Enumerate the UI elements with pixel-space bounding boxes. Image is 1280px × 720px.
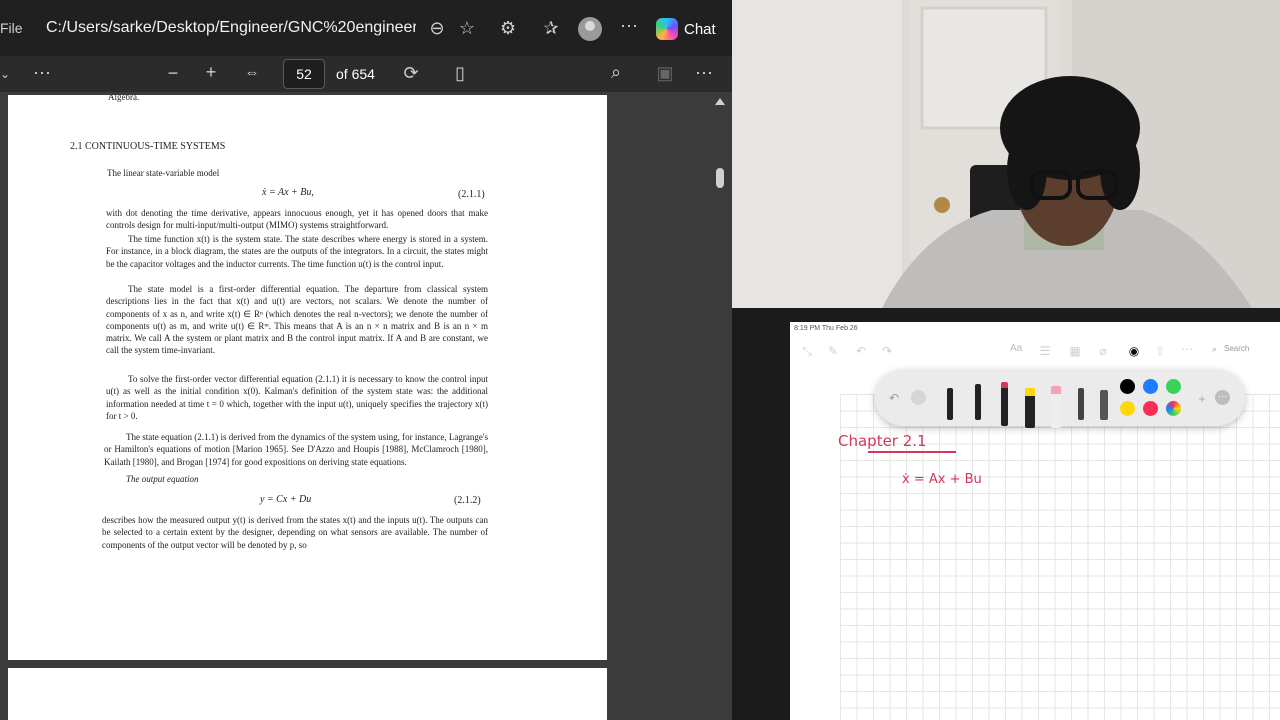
profile-avatar[interactable]	[578, 17, 602, 41]
color-swatch-green[interactable]	[1166, 379, 1181, 394]
equation-number: (2.1.1)	[458, 189, 485, 200]
page-view-icon[interactable]: ▯	[449, 64, 471, 82]
pdf-text-fragment: Algebra.	[108, 95, 140, 102]
pdf-paragraph: The state model is a first-order differe…	[106, 284, 488, 356]
pdf-paragraph: The time function x(t) is the system sta…	[106, 234, 488, 269]
highlighter-tool[interactable]	[1025, 388, 1035, 428]
status-bar-time: 8:19 PM Thu Feb 26	[794, 325, 858, 332]
palette-more-icon[interactable]: ⋯	[1215, 390, 1230, 405]
add-tool-icon[interactable]: +	[1191, 390, 1213, 408]
redo-stroke-icon[interactable]	[911, 390, 926, 405]
marker-tool[interactable]	[975, 384, 981, 420]
more-options-icon[interactable]: ⋯	[31, 64, 53, 82]
chevron-down-icon[interactable]: ⌄	[0, 65, 16, 83]
color-swatch-black[interactable]	[1120, 379, 1135, 394]
color-wheel-icon[interactable]	[1166, 401, 1181, 416]
handwritten-equation: ẋ = Ax + Bu	[902, 472, 982, 487]
equation-2-1-1: ẋ = Ax + Bu,	[262, 187, 314, 198]
pdf-next-page	[8, 668, 607, 720]
undo-icon[interactable]: ↶	[850, 342, 872, 360]
checklist-icon[interactable]: ☰	[1034, 342, 1056, 360]
pdf-page: Algebra. 2.1 CONTINUOUS-TIME SYSTEMS The…	[8, 95, 607, 660]
table-icon[interactable]: ▦	[1064, 342, 1086, 360]
attachment-icon[interactable]: ⌀	[1092, 342, 1114, 360]
lasso-tool[interactable]	[1078, 388, 1084, 420]
search-icon[interactable]: ⌕	[605, 63, 627, 81]
pdf-paragraph: The linear state-variable model	[107, 168, 220, 178]
scrollbar-thumb[interactable]	[716, 168, 724, 188]
pdf-toolbar: ⌄ ⋯ − + ⇔ 52 of 654 ⟳ ▯ ⌕ ▣ ⋯	[0, 56, 732, 92]
search-icon[interactable]: ⌕	[1212, 344, 1217, 355]
browser-window: File C:/Users/sarke/Desktop/Engineer/GNC…	[0, 0, 732, 720]
pdf-paragraph: The output equation	[126, 474, 199, 484]
title-underline	[868, 451, 956, 453]
favorite-star-icon[interactable]: ☆	[456, 19, 478, 37]
fountain-pen-tool[interactable]	[1001, 382, 1008, 426]
save-icon[interactable]: ▣	[654, 64, 676, 82]
rotate-icon[interactable]: ⟳	[400, 64, 422, 82]
more-icon[interactable]: ⋯	[1176, 340, 1198, 358]
search-label[interactable]: Search	[1224, 344, 1249, 353]
collapse-icon[interactable]: ⤡	[796, 342, 818, 360]
ruler-tool[interactable]	[1100, 390, 1108, 420]
pen-palette: ↶ + ⋯	[875, 370, 1245, 428]
share-icon[interactable]: ⇧	[1149, 342, 1171, 360]
webcam-feed	[732, 0, 1280, 308]
pdf-paragraph: The state equation (2.1.1) is derived fr…	[104, 432, 488, 467]
copilot-chat-button[interactable]: Chat	[656, 16, 716, 42]
address-bar: File C:/Users/sarke/Desktop/Engineer/GNC…	[0, 0, 732, 56]
url-field[interactable]: C:/Users/sarke/Desktop/Engineer/GNC%20en…	[46, 19, 416, 37]
markup-pen-icon[interactable]: ◉	[1123, 342, 1145, 360]
color-swatch-yellow[interactable]	[1120, 401, 1135, 416]
color-swatch-red[interactable]	[1143, 401, 1158, 416]
text-format-button[interactable]: Aa	[1010, 343, 1022, 354]
pdf-paragraph: To solve the first-order vector differen…	[106, 374, 488, 421]
scroll-up-arrow-icon[interactable]	[715, 98, 725, 105]
fit-width-icon[interactable]: ⇔	[241, 64, 263, 82]
pdf-paragraph: describes how the measured output y(t) i…	[102, 515, 488, 550]
color-swatch-blue[interactable]	[1143, 379, 1158, 394]
equation-2-1-2: y = Cx + Du	[260, 494, 312, 505]
compose-icon[interactable]: ✎	[822, 342, 844, 360]
favorites-icon[interactable]: ✰	[540, 19, 562, 37]
page-count: of 654	[336, 66, 375, 82]
undo-stroke-icon[interactable]: ↶	[883, 389, 905, 407]
zoom-in-icon[interactable]: +	[200, 63, 222, 81]
zoom-out-icon[interactable]: −	[162, 64, 184, 82]
pdf-paragraph: with dot denoting the time derivative, a…	[106, 208, 488, 231]
section-heading: 2.1 CONTINUOUS-TIME SYSTEMS	[70, 141, 226, 152]
handwritten-title: Chapter 2.1	[838, 432, 927, 450]
redo-icon[interactable]: ↷	[876, 342, 898, 360]
copilot-icon	[656, 18, 678, 40]
more-tools-icon[interactable]: ⋯	[693, 64, 715, 82]
eraser-tool[interactable]	[1051, 386, 1061, 428]
notes-app: 8:19 PM Thu Feb 26 ⤡ ✎ ↶ ↷ Aa ☰ ▦ ⌀ ◉ ⇧ …	[790, 322, 1280, 720]
notes-toolbar: ⤡ ✎ ↶ ↷ Aa ☰ ▦ ⌀ ◉ ⇧ ⋯ ⌕ Search	[790, 336, 1280, 362]
page-number-input[interactable]: 52	[283, 59, 325, 89]
pen-tool[interactable]	[947, 388, 953, 420]
more-menu-icon[interactable]: ⋯	[618, 17, 640, 35]
zoom-icon[interactable]: ⊖	[426, 19, 448, 37]
extensions-icon[interactable]: ⚙	[497, 19, 519, 37]
webcam-image	[732, 0, 1280, 308]
file-label: File	[0, 20, 23, 36]
equation-number: (2.1.2)	[454, 495, 481, 506]
chat-label: Chat	[684, 20, 716, 38]
